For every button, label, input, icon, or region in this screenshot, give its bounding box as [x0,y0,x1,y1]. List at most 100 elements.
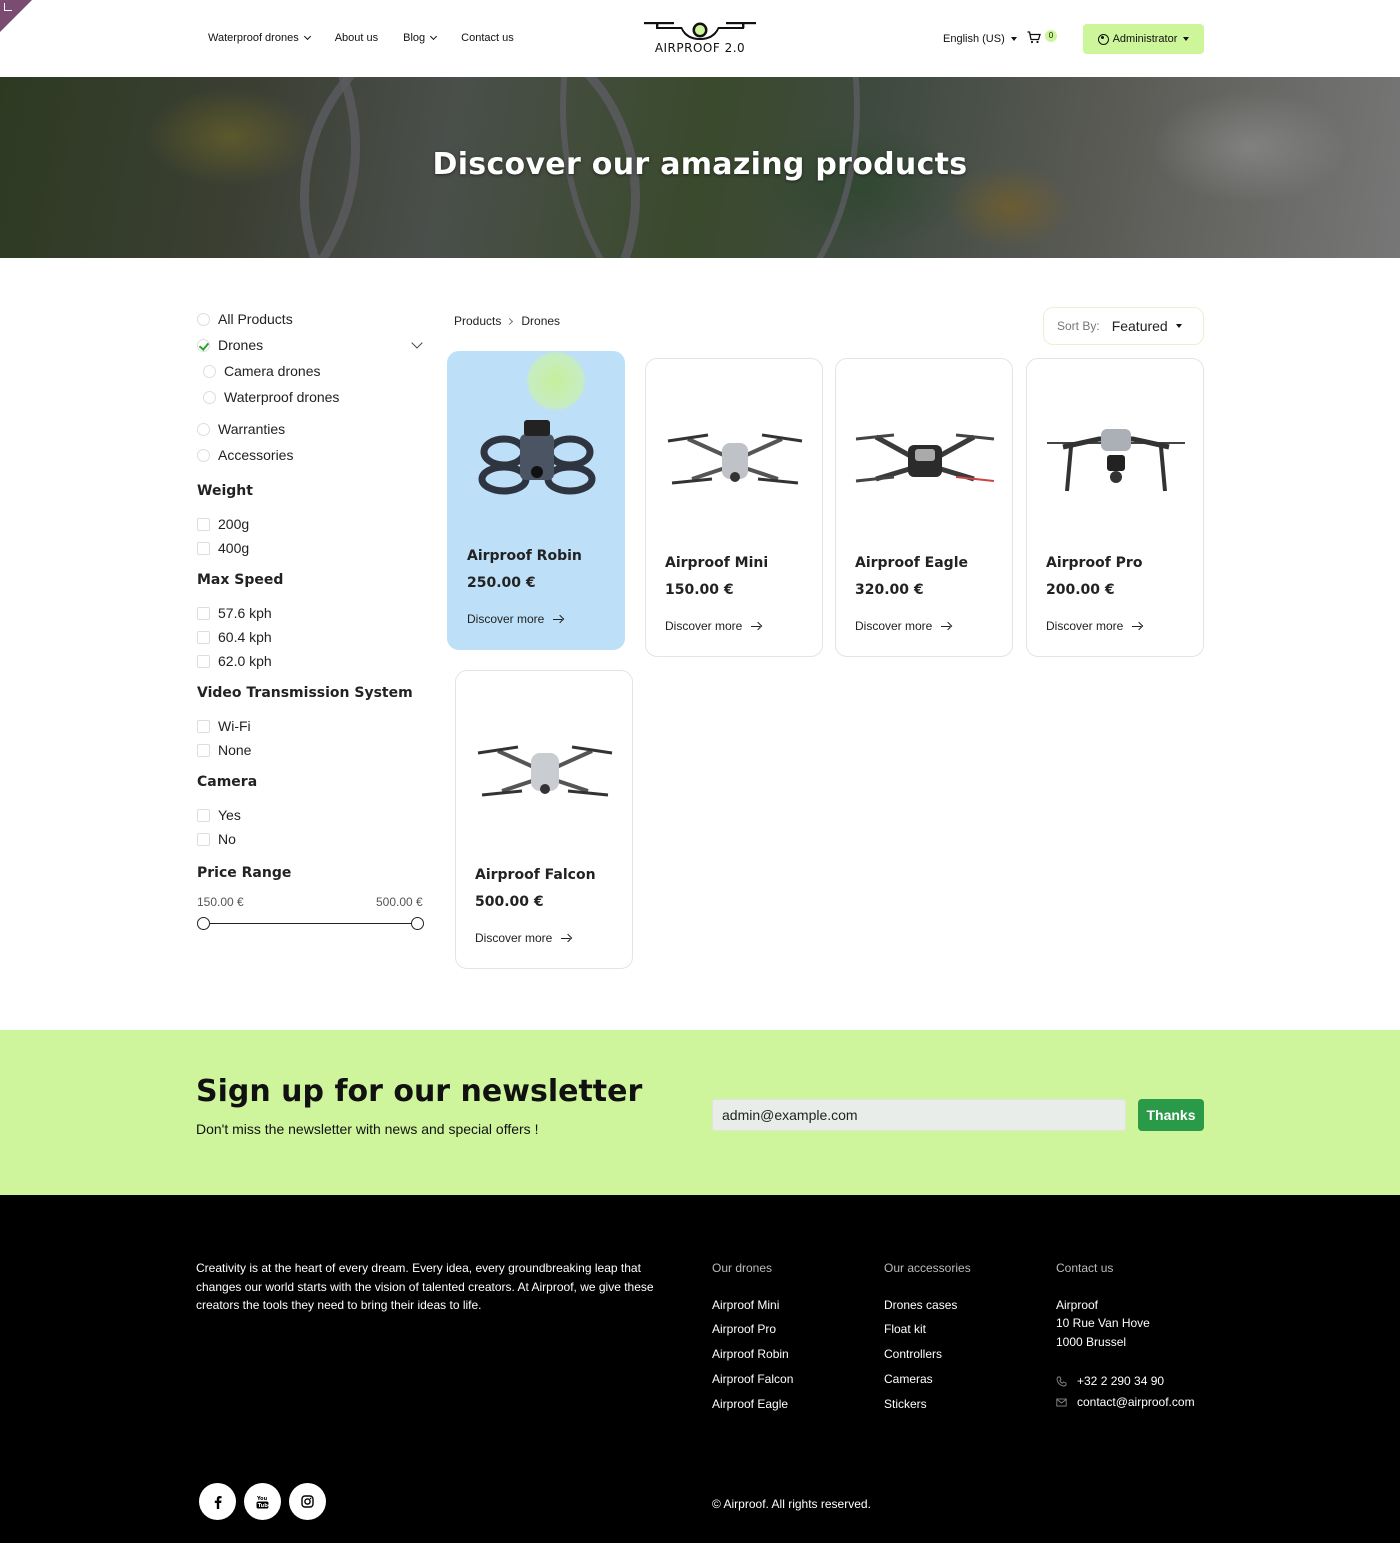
radio [197,422,210,436]
product-price: 150.00 € [665,582,734,598]
filter-option[interactable]: Yes [197,807,241,823]
user-icon [1097,33,1109,45]
footer-address-line: 10 Rue Van Hove [1056,1316,1150,1330]
discover-more-link[interactable]: Discover more [855,619,951,633]
discover-more-link[interactable]: Discover more [1046,619,1142,633]
filter-option[interactable]: 62.0 kph [197,653,272,669]
filter-option[interactable]: None [197,742,251,758]
drone-logo-icon [644,22,756,40]
newsletter-title: Sign up for our newsletter [196,1074,643,1109]
filter-option[interactable]: 60.4 kph [197,629,272,645]
option-label: 200g [218,516,250,532]
discover-more-link[interactable]: Discover more [467,612,563,626]
drone-eagle-image [855,433,995,483]
main-nav: Waterproof drones About us Blog Contact … [208,32,539,44]
filter-option[interactable]: 57.6 kph [197,605,272,621]
footer-link[interactable]: Airproof Pro [712,1322,776,1336]
cta-label: Discover more [1046,619,1124,633]
svg-text:You: You [256,1496,268,1502]
category-label: Camera drones [224,363,321,379]
radio [197,312,210,326]
footer-link[interactable]: Airproof Robin [712,1347,789,1361]
footer-about-text: Creativity is at the heart of every drea… [196,1261,654,1312]
category-camera-drones[interactable]: Camera drones [203,363,321,379]
category-drones[interactable]: Drones [197,337,263,353]
footer-link[interactable]: Controllers [884,1347,942,1361]
product-card-eagle[interactable]: Airproof Eagle 320.00 € Discover more [835,358,1013,657]
sort-label: Sort By: [1057,319,1100,333]
price-slider-min-handle[interactable] [197,917,210,930]
option-label: No [218,831,236,847]
footer-phone[interactable]: +32 2 290 34 90 [1077,1374,1164,1388]
product-card-mini[interactable]: Airproof Mini 150.00 € Discover more [645,358,823,657]
drone-pro-image [1047,429,1185,492]
newsletter-section: Sign up for our newsletter Don't miss th… [0,1030,1400,1195]
product-price: 200.00 € [1046,582,1115,598]
footer-link[interactable]: Float kit [884,1322,926,1336]
filter-title-weight: Weight [197,483,253,499]
category-warranties[interactable]: Warranties [197,421,285,437]
product-card-pro[interactable]: Airproof Pro 200.00 € Discover more [1026,358,1204,657]
footer-link[interactable]: Cameras [884,1372,933,1386]
footer-link[interactable]: Stickers [884,1397,927,1411]
category-all-products[interactable]: All Products [197,311,293,327]
caret-down-icon [1175,324,1182,328]
category-accessories[interactable]: Accessories [197,447,293,463]
discover-more-link[interactable]: Discover more [665,619,761,633]
price-slider-track[interactable] [203,923,417,924]
nav-blog[interactable]: Blog [403,32,438,44]
site-header: Waterproof drones About us Blog Contact … [0,0,1400,77]
filter-title-price: Price Range [197,865,292,881]
nav-label: Contact us [461,32,514,44]
mail-icon [1056,1398,1067,1407]
footer-link[interactable]: Drones cases [884,1298,957,1312]
arrow-right-icon [553,615,563,624]
youtube-icon[interactable]: You Tube [244,1483,281,1520]
footer-accessories-title: Our accessories [884,1261,971,1275]
hero-banner: Discover our amazing products [0,77,1400,258]
site-footer: Creativity is at the heart of every drea… [0,1195,1400,1543]
filter-title-max-speed: Max Speed [197,572,284,588]
cta-label: Discover more [475,931,553,945]
discover-more-link[interactable]: Discover more [475,931,571,945]
nav-contact-us[interactable]: Contact us [461,32,514,44]
newsletter-email-input[interactable]: admin@example.com [712,1099,1126,1131]
product-card-falcon[interactable]: Airproof Falcon 500.00 € Discover more [455,670,633,969]
footer-email[interactable]: contact@airproof.com [1077,1395,1195,1409]
filter-option[interactable]: 400g [197,540,249,556]
checkbox [197,654,210,668]
filter-option[interactable]: 200g [197,516,249,532]
category-label: Waterproof drones [224,389,340,405]
cart-icon[interactable] [1027,31,1041,44]
instagram-icon[interactable] [289,1483,326,1520]
price-slider-max-handle[interactable] [411,917,424,930]
filter-option[interactable]: Wi-Fi [197,718,251,734]
filter-option[interactable]: No [197,831,236,847]
corner-mark-icon [4,3,12,11]
newsletter-submit-button[interactable]: Thanks [1138,1099,1204,1131]
product-card-robin[interactable]: Airproof Robin 250.00 € Discover more [447,351,625,650]
footer-link[interactable]: Airproof Mini [712,1298,779,1312]
option-label: 57.6 kph [218,605,272,621]
cart-count-badge: 0 [1045,30,1057,42]
drone-mini-image [667,433,803,485]
facebook-icon[interactable] [199,1483,236,1520]
category-label: All Products [218,311,293,327]
site-logo[interactable]: AIRPROOF 2.0 [640,18,760,62]
caret-down-icon [1010,37,1017,41]
sort-dropdown[interactable]: Sort By: Featured [1043,307,1204,345]
option-label: 62.0 kph [218,653,272,669]
checkbox [197,517,210,531]
footer-link[interactable]: Airproof Eagle [712,1397,788,1411]
nav-waterproof-drones[interactable]: Waterproof drones [208,32,311,44]
footer-link[interactable]: Airproof Falcon [712,1372,793,1386]
chevron-down-icon[interactable] [411,337,423,349]
language-selector[interactable]: English (US) [943,33,1017,45]
nav-about-us[interactable]: About us [335,32,378,44]
cta-label: Discover more [665,619,743,633]
arrow-right-icon [561,934,571,943]
breadcrumb-products[interactable]: Products [454,314,501,328]
account-button[interactable]: Administrator [1083,24,1204,54]
checkbox [197,719,210,733]
category-waterproof-drones[interactable]: Waterproof drones [203,389,339,405]
